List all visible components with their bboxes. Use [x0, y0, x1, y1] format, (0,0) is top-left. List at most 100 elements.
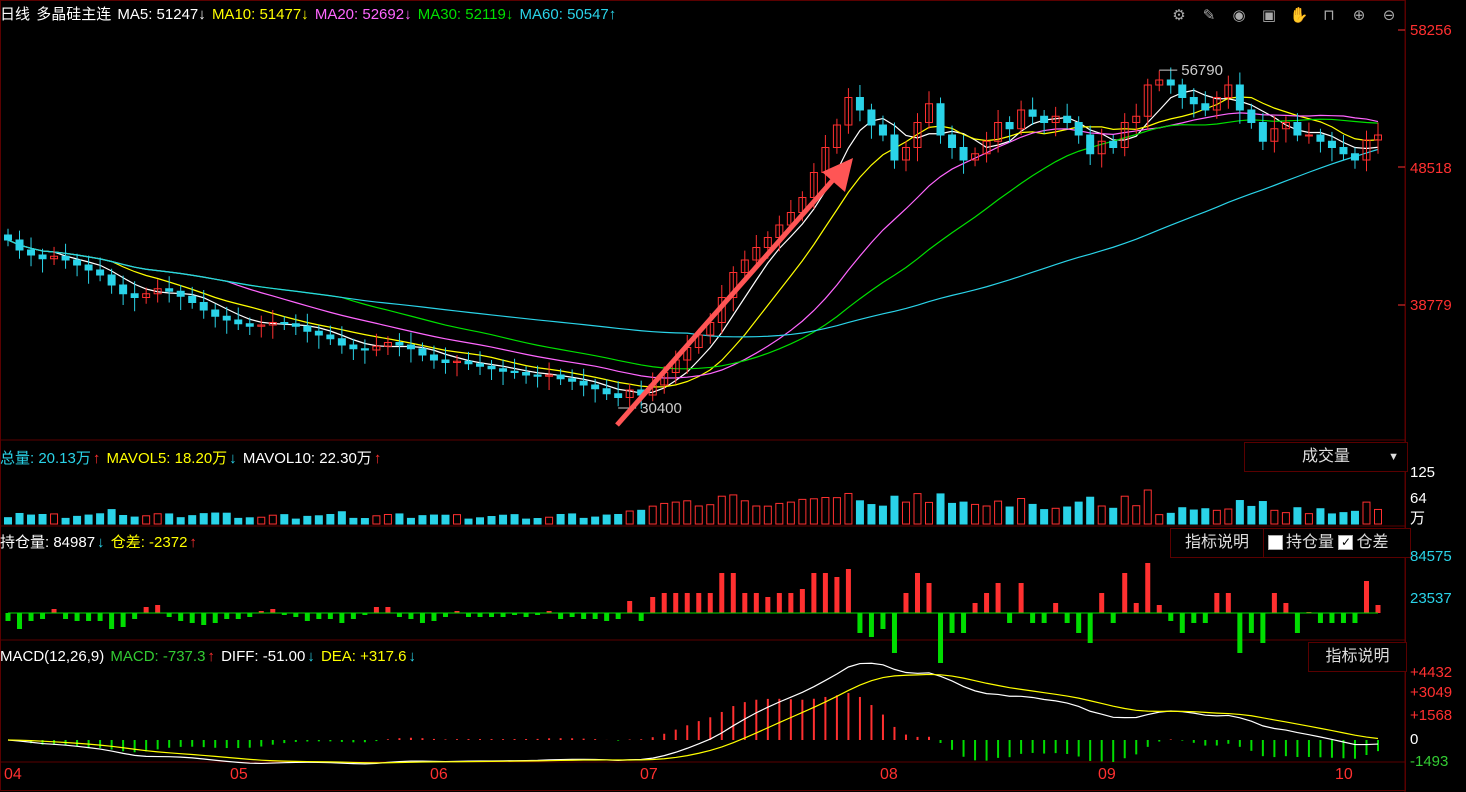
candle-body	[1339, 147, 1348, 155]
checkbox-oi[interactable]	[1268, 535, 1283, 551]
volume-bar	[821, 497, 830, 525]
oi-diff-bar	[224, 613, 230, 619]
moving-average-lines	[7, 89, 1379, 394]
candle-body	[130, 293, 139, 298]
volume-bar	[1224, 508, 1233, 525]
trend-arrow-shaft	[615, 170, 842, 427]
oi-diff-bar	[949, 613, 955, 633]
ma-label-0: MA5: 51247↓	[117, 6, 210, 23]
oi-diff-bar	[776, 593, 782, 613]
volume-bar	[763, 505, 772, 525]
eye-icon[interactable]: ◉	[1228, 4, 1250, 26]
oi-diff-bar	[638, 613, 644, 621]
candle-body	[533, 374, 542, 377]
candle-body	[1327, 140, 1336, 148]
candle-body	[4, 234, 12, 241]
vol-tick-unit: 万	[1410, 510, 1426, 527]
volume-bar	[683, 500, 692, 525]
oi-arrow: ↓	[97, 534, 105, 551]
oi-diff-bar	[293, 613, 299, 617]
oi-diff-bar	[868, 613, 874, 637]
price-tick-2: 48518	[1410, 160, 1452, 177]
candle-body	[1178, 84, 1187, 98]
frame	[0, 0, 1406, 791]
volume-bar	[337, 511, 346, 525]
lock-icon[interactable]: ⊓	[1318, 4, 1340, 26]
ma5-line	[7, 89, 1379, 394]
oi-diff-bar	[1214, 593, 1220, 613]
diff-line	[7, 662, 1379, 765]
volume-bar	[694, 505, 703, 525]
candle-body	[188, 295, 197, 303]
oi-diff-bar	[350, 613, 356, 619]
volume-bar	[706, 504, 715, 525]
indicator-dropdown[interactable]: 成交量 ▼	[1244, 442, 1408, 472]
volume-bar	[752, 505, 761, 525]
macd-tick-4: 0	[1410, 731, 1419, 748]
volume-bar	[61, 517, 70, 525]
volume-bar	[1304, 513, 1313, 525]
low-annotation: 30400	[640, 400, 682, 417]
candle-body	[948, 134, 957, 148]
volume-bar	[786, 501, 795, 525]
zoom-out-icon[interactable]: ⊖	[1378, 4, 1400, 26]
oi-diff-bar	[995, 583, 1001, 613]
oi-diff-bar	[742, 593, 748, 613]
oi-diff-bar	[926, 583, 932, 613]
oi-diff-bar	[1076, 613, 1082, 633]
volume-bar	[1063, 506, 1072, 525]
candle-body	[591, 384, 600, 390]
oi-diff-bar	[28, 613, 34, 621]
volume-bar	[326, 513, 335, 525]
dea-arrow: ↓	[408, 648, 416, 665]
macd-histogram	[7, 662, 1379, 765]
oi-diff-bar	[373, 607, 379, 613]
candle-body	[15, 239, 24, 251]
ma-label-2: MA20: 52692↓	[314, 6, 416, 23]
candle-body	[119, 284, 128, 295]
volume-bar	[867, 504, 876, 525]
oi-diff-bar	[327, 613, 333, 619]
candle-body	[1293, 122, 1302, 136]
ma-legend: MA5: 51247↓ MA10: 51477↓ MA20: 52692↓ MA…	[117, 6, 618, 23]
candle-body	[165, 288, 174, 292]
volume-bar	[579, 517, 588, 525]
volume-bar	[510, 514, 519, 525]
volume-bar	[1017, 498, 1026, 525]
volume-bar	[130, 516, 139, 525]
oi-diff-bar	[419, 613, 425, 623]
toolbox-icon[interactable]: ▣	[1258, 4, 1280, 26]
candle-body	[579, 380, 588, 386]
oi-diff-bar	[1041, 613, 1047, 623]
volume-bar	[487, 516, 496, 525]
candle-body	[487, 365, 496, 370]
brush-icon[interactable]: ✎	[1198, 4, 1220, 26]
candle-body	[73, 259, 82, 266]
oi-header: 持仓量: 84987 ↓ 仓差: -2372 ↑	[0, 532, 199, 554]
gear-icon[interactable]: ⚙	[1168, 4, 1190, 26]
volume-bar	[890, 495, 899, 525]
oi-diff-bar	[385, 607, 391, 613]
checkbox-oi-diff[interactable]: ✓	[1338, 535, 1354, 551]
hand-icon[interactable]: ✋	[1288, 4, 1310, 26]
candle-body	[522, 372, 531, 376]
macd-params: MACD(12,26,9)	[0, 648, 105, 665]
candle-body	[84, 264, 93, 271]
volume-bar	[1074, 501, 1083, 525]
oi-diff-bar	[396, 613, 402, 617]
oi-diff-bar	[938, 613, 944, 663]
macd-indicator-help[interactable]: 指标说明	[1308, 642, 1407, 672]
volume-bar	[1028, 503, 1037, 525]
zoom-in-icon[interactable]: ⊕	[1348, 4, 1370, 26]
oi-diff-bar	[1363, 581, 1369, 613]
volume-bar	[775, 502, 784, 525]
candle-body	[27, 249, 36, 256]
oi-diff-bar	[316, 613, 322, 619]
oi-indicator-help[interactable]: 指标说明	[1170, 528, 1264, 558]
volume-bar	[1178, 507, 1187, 525]
volume-bar	[15, 512, 24, 525]
volume-bar	[406, 517, 415, 525]
oi-diff-bar	[120, 613, 126, 627]
ma30-line	[7, 118, 1379, 370]
month-05: 05	[230, 766, 248, 783]
